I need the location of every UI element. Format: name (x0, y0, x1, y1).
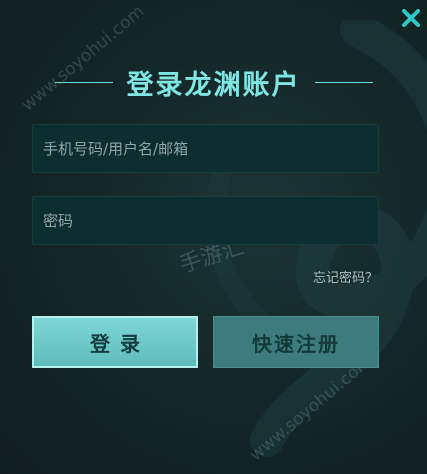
title-divider-right (314, 81, 373, 83)
password-input[interactable] (33, 197, 378, 244)
account-input[interactable] (33, 125, 378, 172)
dialog-title: 登录龙渊账户 (126, 69, 301, 101)
title-divider-left (54, 81, 113, 83)
quick-register-button[interactable]: 快速注册 (213, 316, 379, 368)
forgot-password-link[interactable]: 忘记密码？ (313, 267, 378, 286)
password-field (32, 196, 379, 245)
account-field (32, 124, 379, 173)
login-dialog: www.soyohui.com 手游汇 www.soyohui.com 登录龙渊… (0, 0, 427, 474)
title-row: 登录龙渊账户 (0, 62, 427, 102)
close-icon[interactable] (401, 8, 421, 28)
watermark-site-bottom: www.soyohui.com (246, 351, 377, 466)
login-button[interactable]: 登录 (32, 316, 198, 368)
